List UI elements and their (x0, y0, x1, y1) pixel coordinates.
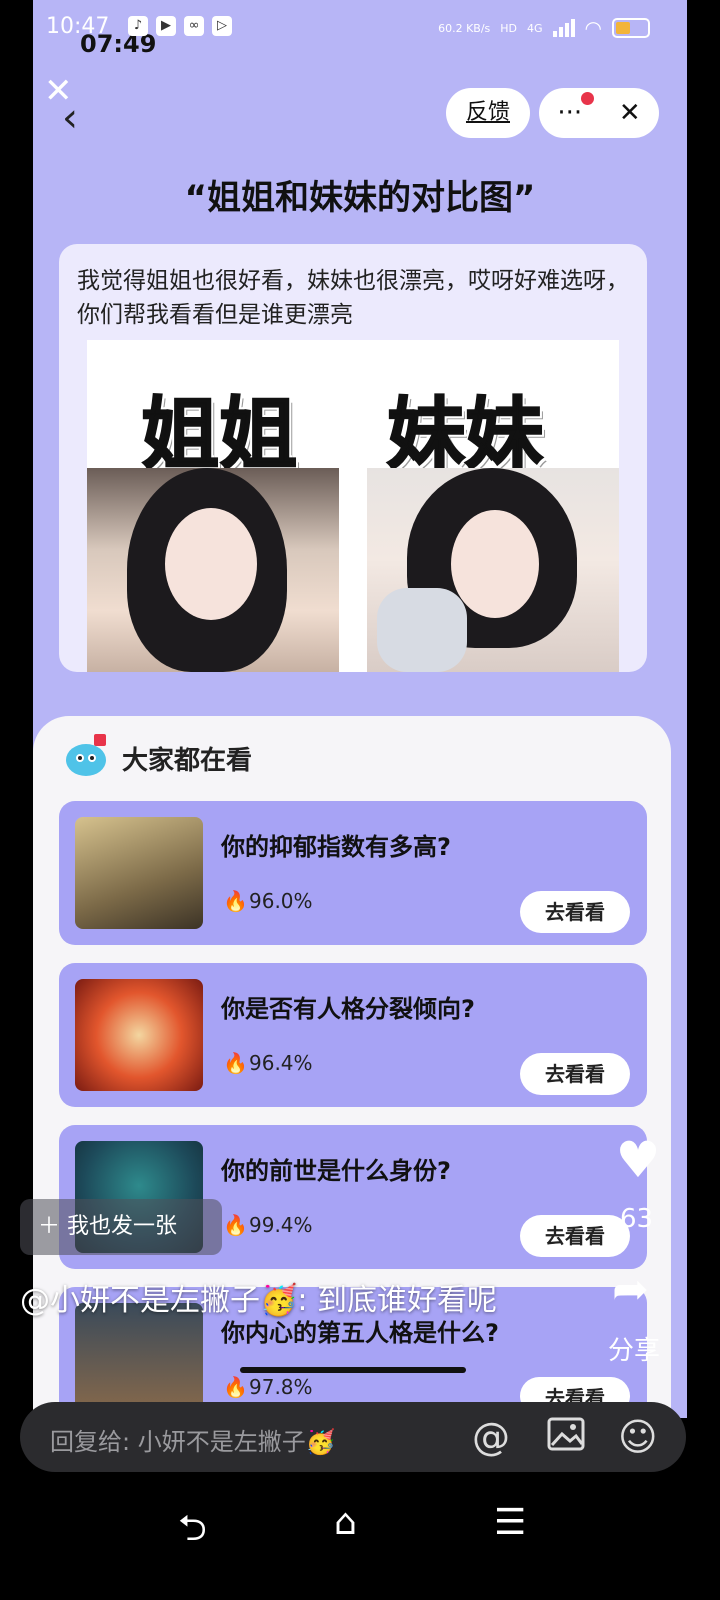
fire-icon: 🔥 (223, 1375, 248, 1399)
item-percent: 97.8% (249, 1375, 313, 1399)
more-button[interactable]: ··· (557, 98, 582, 128)
video-icon: ▶ (156, 16, 176, 36)
share-icon[interactable]: ➦ (612, 1264, 649, 1315)
image-icon[interactable] (546, 1414, 586, 1464)
play-store-icon: ▷ (212, 16, 232, 36)
photo-younger-sister (367, 468, 619, 672)
back-arrow-icon[interactable]: ‹ (62, 98, 78, 138)
close-button[interactable]: ✕ (619, 98, 641, 128)
fire-icon: 🔥 (223, 1051, 248, 1075)
emoji-icon[interactable]: ☺ (618, 1414, 658, 1460)
go-see-button[interactable]: 去看看 (520, 891, 630, 933)
signal-icon (552, 19, 575, 37)
item-percent: 99.4% (249, 1213, 313, 1237)
notification-dot (581, 92, 594, 105)
progress-bar[interactable] (240, 1367, 466, 1373)
status-right: 60.2 KB/s HD 4G ◠ (438, 16, 650, 40)
screen: 10:47 07:49 ♪ ▶ ∞ ▷ 60.2 KB/s HD 4G ◠ ✕ … (0, 0, 720, 1600)
comparison-image[interactable]: 姐姐 妹妹 (87, 340, 619, 672)
tiktok-icon: ♪ (128, 16, 148, 36)
at-icon[interactable]: @ (472, 1414, 510, 1460)
network-type: 4G (527, 21, 543, 35)
wifi-icon: ◠ (584, 16, 602, 40)
reply-placeholder: 回复给: 小妍不是左撇子🥳 (50, 1428, 336, 1456)
back-nav-icon[interactable]: ⮌ (178, 1502, 207, 1563)
also-post-button[interactable]: ＋ 我也发一张 (20, 1199, 222, 1255)
notification-icons: ♪ ▶ ∞ ▷ (128, 16, 232, 36)
comment-text: @小妍不是左撇子🥳: 到底谁好看呢 (20, 1283, 497, 1318)
go-see-button[interactable]: 去看看 (520, 1053, 630, 1095)
page-title: “姐姐和妹妹的对比图” (184, 178, 536, 218)
go-see-button[interactable]: 去看看 (520, 1215, 630, 1257)
feedback-button[interactable]: 反馈 (446, 88, 530, 138)
menu-nav-icon[interactable]: ☰ (494, 1502, 526, 1543)
menu-capsule: ··· ✕ (539, 88, 659, 138)
home-nav-icon[interactable]: ⌂ (334, 1502, 357, 1543)
item-title: 你是否有人格分裂倾向? (221, 995, 475, 1023)
mascot-icon (66, 734, 106, 776)
share-label[interactable]: 分享 (608, 1330, 660, 1367)
item-percent: 96.4% (249, 1051, 313, 1075)
heart-icon[interactable]: ♥ (612, 1134, 664, 1186)
hd-badge: HD (500, 21, 518, 35)
fire-icon: 🔥 (223, 1213, 248, 1237)
post-text: 我觉得姐姐也很好看，妹妹也很漂亮，哎呀好难选呀，你们帮我看看但是谁更漂亮 (77, 268, 629, 328)
item-percent: 96.0% (249, 889, 313, 913)
thumbnail-image (75, 979, 203, 1091)
section-title: 大家都在看 (122, 746, 253, 776)
net-speed: 60.2 KB/s (438, 21, 491, 35)
battery-icon (612, 18, 650, 38)
fire-icon: 🔥 (223, 889, 248, 913)
photo-elder-sister (87, 468, 339, 672)
link-icon: ∞ (184, 16, 204, 36)
thumbnail-image (75, 817, 203, 929)
item-title: 你的抑郁指数有多高? (221, 833, 451, 861)
list-item[interactable]: 你是否有人格分裂倾向? 🔥 96.4% 去看看 (59, 963, 647, 1107)
item-title: 你的前世是什么身份? (221, 1157, 451, 1185)
like-count: 63 (620, 1204, 654, 1234)
list-item[interactable]: 你的抑郁指数有多高? 🔥 96.0% 去看看 (59, 801, 647, 945)
